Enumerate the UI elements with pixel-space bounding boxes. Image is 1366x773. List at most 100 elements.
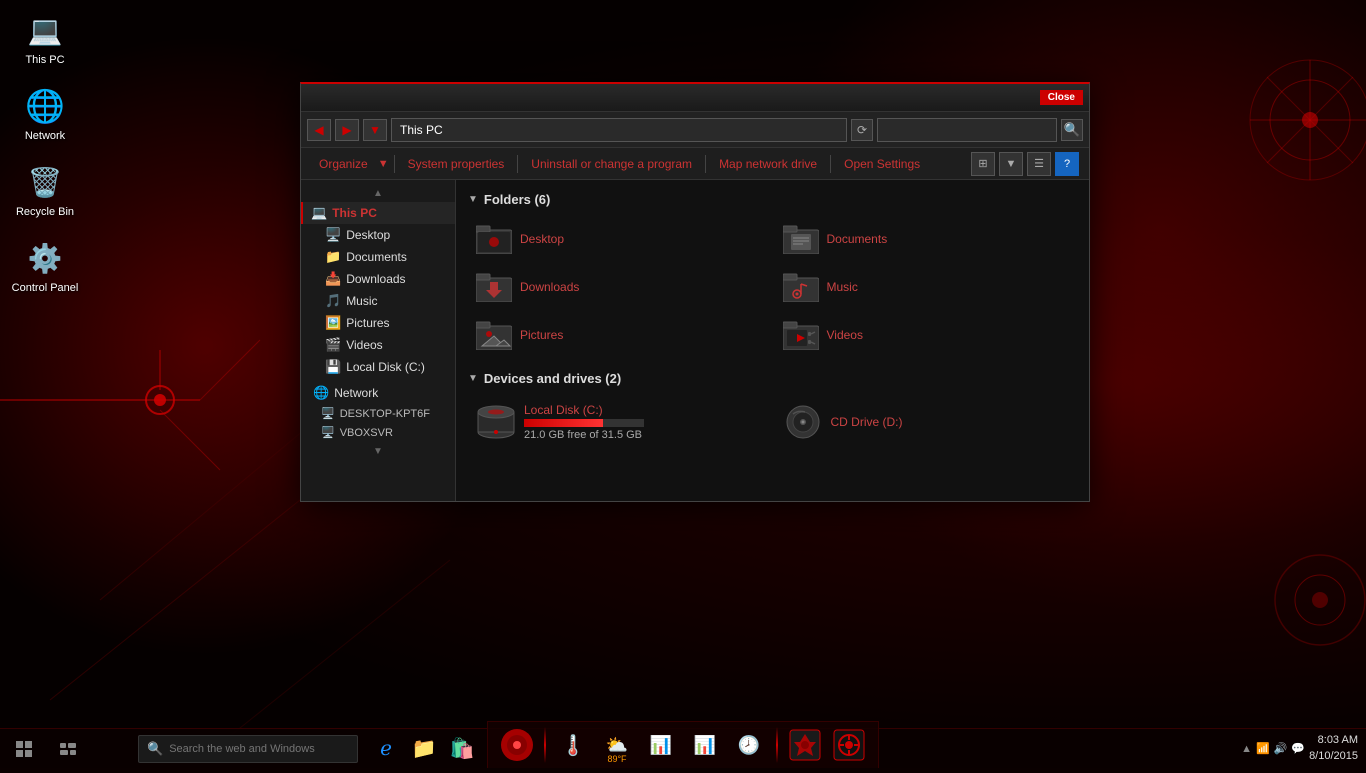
back-button[interactable]: ◀ [307, 119, 331, 141]
folder-item-music[interactable]: Music [775, 265, 1078, 309]
view-list-button[interactable]: ☰ [1027, 152, 1051, 176]
pictures-folder-icon [476, 317, 512, 353]
map-network-button[interactable]: Map network drive [711, 154, 825, 174]
desktop-icon-network[interactable]: 🌐 Network [10, 86, 80, 142]
downloads-folder-icon [476, 269, 512, 305]
dock-icon-1[interactable]: 🌡️ [552, 724, 594, 766]
videos-folder-name: Videos [827, 328, 863, 342]
pictures-folder-name: Pictures [520, 328, 563, 342]
taskbar-left [0, 729, 88, 769]
folder-item-pictures[interactable]: Pictures [468, 313, 771, 357]
search-button[interactable]: 🔍 [1061, 119, 1083, 141]
music-folder-name: Music [827, 280, 858, 294]
sidebar-scroll-up[interactable]: ▲ [301, 184, 455, 202]
local-disk-info: Local Disk (C:) 21.0 GB free of 31.5 GB [524, 403, 644, 441]
search-input[interactable] [877, 118, 1057, 142]
address-input[interactable] [391, 118, 847, 142]
sidebar-videos-label: Videos [346, 338, 382, 352]
desktop-folder-name: Desktop [520, 232, 564, 246]
explorer-window: Close ◀ ▶ ▼ ⟳ 🔍 Organize ▼ System proper… [300, 82, 1090, 502]
view-dropdown-button[interactable]: ▼ [999, 152, 1023, 176]
sidebar-item-videos[interactable]: 🎬 Videos [301, 334, 455, 356]
tray-up-arrow[interactable]: ▲ [1241, 743, 1252, 755]
close-button[interactable]: Close [1040, 90, 1083, 105]
sidebar-scroll-down[interactable]: ▼ [301, 442, 455, 460]
pictures-sidebar-icon: 🖼️ [325, 315, 341, 331]
open-settings-button[interactable]: Open Settings [836, 154, 928, 174]
sidebar-item-network[interactable]: 🌐 Network [301, 382, 455, 404]
folders-section-label: Folders (6) [484, 192, 550, 207]
local-disk-bar [524, 419, 644, 427]
dock-icon-0[interactable] [496, 724, 538, 766]
tray-date-display: 8/10/2015 [1309, 749, 1358, 764]
drive-item-cd[interactable]: CD Drive (D:) [775, 396, 1078, 448]
tray-icons: ▲ 📶 🔊 💬 [1241, 742, 1305, 755]
dock-icon-5[interactable]: 🕗 [728, 724, 770, 766]
downloads-folder-name: Downloads [520, 280, 579, 294]
drives-chevron-icon: ▼ [468, 373, 478, 384]
system-properties-button[interactable]: System properties [400, 154, 513, 174]
sidebar-item-desktop[interactable]: 🖥️ Desktop [301, 224, 455, 246]
refresh-button[interactable]: ⟳ [851, 119, 873, 141]
help-button[interactable]: ? [1055, 152, 1079, 176]
tray-clock[interactable]: 8:03 AM 8/10/2015 [1309, 733, 1358, 764]
cortana-icon: 🔍 [147, 741, 163, 757]
drives-section-header[interactable]: ▼ Devices and drives (2) [468, 371, 1077, 386]
start-button[interactable] [4, 729, 44, 769]
local-disk-icon [476, 402, 516, 442]
dock-icon-7[interactable] [828, 724, 870, 766]
toolbar-right: ⊞ ▼ ☰ ? [971, 152, 1079, 176]
sidebar-item-pictures[interactable]: 🖼️ Pictures [301, 312, 455, 334]
sidebar-music-label: Music [346, 294, 377, 308]
desktop-icon-this-pc[interactable]: 💻 This PC [10, 10, 80, 66]
sidebar-desktop-machine-label: DESKTOP-KPT6F [340, 408, 430, 420]
folder-item-desktop[interactable]: Desktop [468, 217, 771, 261]
dock-icon-6[interactable] [784, 724, 826, 766]
tray-network-icon: 📶 [1256, 742, 1270, 755]
dock-icon-3[interactable]: 📊 [640, 724, 682, 766]
videos-sidebar-icon: 🎬 [325, 337, 341, 353]
main-area: ▲ 💻 This PC 🖥️ Desktop 📁 Documents 📥 Dow… [301, 180, 1089, 501]
sidebar-item-local-disk[interactable]: 💾 Local Disk (C:) [301, 356, 455, 378]
sidebar-vboxsvr-label: VBOXSVR [340, 427, 393, 439]
uninstall-button[interactable]: Uninstall or change a program [523, 154, 700, 174]
network-sidebar-icon: 🌐 [313, 385, 329, 401]
dropdown-button[interactable]: ▼ [363, 119, 387, 141]
taskbar-explorer-icon[interactable]: 📁 [408, 733, 440, 765]
sidebar-item-documents[interactable]: 📁 Documents [301, 246, 455, 268]
sidebar-item-desktop-machine[interactable]: 🖥️ DESKTOP-KPT6F [301, 404, 455, 423]
this-pc-label: This PC [25, 54, 64, 66]
control-panel-label: Control Panel [12, 282, 79, 294]
sidebar-item-vboxsvr[interactable]: 🖥️ VBOXSVR [301, 423, 455, 442]
desktop-icon-recycle-bin[interactable]: 🗑️ Recycle Bin [10, 162, 80, 218]
music-sidebar-icon: 🎵 [325, 293, 341, 309]
forward-button[interactable]: ▶ [335, 119, 359, 141]
sidebar-item-music[interactable]: 🎵 Music [301, 290, 455, 312]
dock-icon-2[interactable]: ⛅ 89°F [596, 724, 638, 766]
drive-item-local-disk[interactable]: Local Disk (C:) 21.0 GB free of 31.5 GB [468, 396, 771, 448]
folders-section-header[interactable]: ▼ Folders (6) [468, 192, 1077, 207]
folder-item-downloads[interactable]: Downloads [468, 265, 771, 309]
taskbar-dock: 🌡️ ⛅ 89°F 📊 📊 🕗 [487, 721, 879, 768]
tray-volume-icon[interactable]: 🔊 [1274, 742, 1288, 755]
sidebar-item-downloads[interactable]: 📥 Downloads [301, 268, 455, 290]
folder-item-documents[interactable]: Documents [775, 217, 1078, 261]
taskbar-search-input[interactable] [169, 743, 349, 755]
view-options-button[interactable]: ⊞ [971, 152, 995, 176]
taskbar-search-box[interactable]: 🔍 [138, 735, 358, 763]
task-view-button[interactable] [48, 729, 88, 769]
folder-item-videos[interactable]: Videos [775, 313, 1078, 357]
local-disk-size: 21.0 GB free of 31.5 GB [524, 429, 644, 441]
organize-button[interactable]: Organize [311, 154, 376, 174]
documents-sidebar-icon: 📁 [325, 249, 341, 265]
sidebar: ▲ 💻 This PC 🖥️ Desktop 📁 Documents 📥 Dow… [301, 180, 456, 501]
desktop-icon-control-panel[interactable]: ⚙️ Control Panel [10, 238, 80, 294]
organize-dropdown-icon[interactable]: ▼ [378, 158, 389, 170]
sidebar-item-this-pc[interactable]: 💻 This PC [301, 202, 455, 224]
dock-icon-4[interactable]: 📊 [684, 724, 726, 766]
cd-drive-name: CD Drive (D:) [831, 415, 903, 429]
videos-folder-icon [783, 317, 819, 353]
tray-message-icon[interactable]: 💬 [1291, 742, 1305, 755]
taskbar-edge-icon[interactable]: ℯ [370, 733, 402, 765]
taskbar-store-icon[interactable]: 🛍️ [446, 733, 478, 765]
